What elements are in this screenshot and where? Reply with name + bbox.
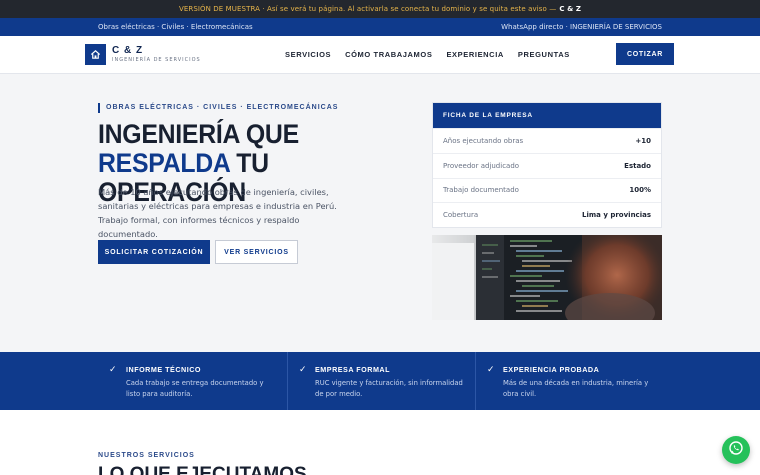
hero-eyebrow: OBRAS ELÉCTRICAS · CIVILES · ELECTROMECÁ…: [98, 103, 338, 113]
card-row-label: Trabajo documentado: [443, 186, 519, 195]
logo-tagline: INGENIERÍA DE SERVICIOS: [112, 57, 201, 63]
demo-notice-brand: C & Z: [559, 5, 582, 13]
services-title: LO QUE EJECUTAMOS: [98, 464, 307, 475]
company-info-card: FICHA DE LA EMPRESA Años ejecutando obra…: [432, 102, 662, 228]
ver-servicios-button[interactable]: VER SERVICIOS: [215, 240, 298, 264]
card-row-label: Proveedor adjudicado: [443, 161, 520, 170]
hero-lead: Más de 10 años ejecutando obras de ingen…: [98, 187, 337, 239]
logo-name: C & Z: [112, 45, 144, 56]
features-strip: ✓ INFORME TÉCNICO Cada trabajo se entreg…: [0, 352, 760, 410]
feature-text: Más de una década en industria, minería …: [503, 379, 649, 398]
utility-bar: Obras eléctricas · Civiles · Electromecá…: [0, 18, 760, 36]
logo[interactable]: C & Z INGENIERÍA DE SERVICIOS: [85, 44, 201, 65]
card-row-value: 100%: [629, 186, 651, 195]
card-row-value: +10: [635, 136, 651, 145]
nav-item-preguntas[interactable]: PREGUNTAS: [518, 50, 570, 59]
feature-text: Cada trabajo se entrega documentado y li…: [126, 379, 264, 398]
hero-title-part1: INGENIERÍA QUE: [98, 119, 299, 149]
services-section: NUESTROS SERVICIOS LO QUE EJECUTAMOS: [0, 410, 760, 475]
whatsapp-floating-button[interactable]: [722, 436, 750, 464]
utility-services-text: Obras eléctricas · Civiles · Electromecá…: [98, 23, 253, 31]
check-icon: ✓: [299, 365, 307, 375]
nav-item-servicios[interactable]: SERVICIOS: [285, 50, 331, 59]
company-card-title: FICHA DE LA EMPRESA: [433, 103, 661, 128]
nav-item-experiencia[interactable]: EXPERIENCIA: [446, 50, 503, 59]
card-row-value: Lima y provincias: [582, 211, 651, 220]
cotizar-button[interactable]: COTIZAR: [616, 43, 674, 65]
card-row-value: Estado: [624, 161, 651, 170]
card-row: Trabajo documentado 100%: [433, 177, 661, 203]
solicitar-cotizacion-button[interactable]: SOLICITAR COTIZACIÓN: [98, 240, 210, 264]
card-row: Cobertura Lima y provincias: [433, 202, 661, 227]
feature-text: RUC vigente y facturación, sin informali…: [315, 379, 463, 398]
feature-title: EXPERIENCIA PROBADA: [503, 365, 600, 374]
check-icon: ✓: [487, 365, 495, 375]
feature-item: ✓ EMPRESA FORMAL RUC vigente y facturaci…: [287, 352, 475, 410]
card-row-label: Cobertura: [443, 211, 479, 220]
card-row: Años ejecutando obras +10: [433, 128, 661, 153]
demo-notice-text: VERSIÓN DE MUESTRA · Así se verá tu pági…: [178, 5, 557, 13]
services-eyebrow: NUESTROS SERVICIOS: [98, 452, 195, 459]
demo-notice-bar: VERSIÓN DE MUESTRA · Así se verá tu pági…: [0, 0, 760, 18]
main-navigation: C & Z INGENIERÍA DE SERVICIOS SERVICIOS …: [0, 36, 760, 74]
whatsapp-icon: [728, 440, 744, 460]
feature-item: ✓ INFORME TÉCNICO Cada trabajo se entreg…: [0, 352, 287, 410]
utility-whatsapp-link[interactable]: WhatsApp directo · INGENIERÍA DE SERVICI…: [501, 23, 662, 31]
check-icon: ✓: [109, 365, 117, 375]
engineer-workspace-photo: [432, 235, 662, 320]
nav-menu: SERVICIOS CÓMO TRABAJAMOS EXPERIENCIA PR…: [285, 50, 570, 59]
feature-title: INFORME TÉCNICO: [126, 365, 201, 374]
feature-title: EMPRESA FORMAL: [315, 365, 391, 374]
home-icon: [85, 44, 106, 65]
feature-item: ✓ EXPERIENCIA PROBADA Más de una década …: [475, 352, 760, 410]
hero-title-highlight: RESPALDA: [98, 148, 230, 178]
card-row: Proveedor adjudicado Estado: [433, 152, 661, 178]
hero-section: OBRAS ELÉCTRICAS · CIVILES · ELECTROMECÁ…: [0, 74, 760, 352]
card-row-label: Años ejecutando obras: [443, 136, 524, 145]
nav-item-como-trabajamos[interactable]: CÓMO TRABAJAMOS: [345, 50, 432, 59]
